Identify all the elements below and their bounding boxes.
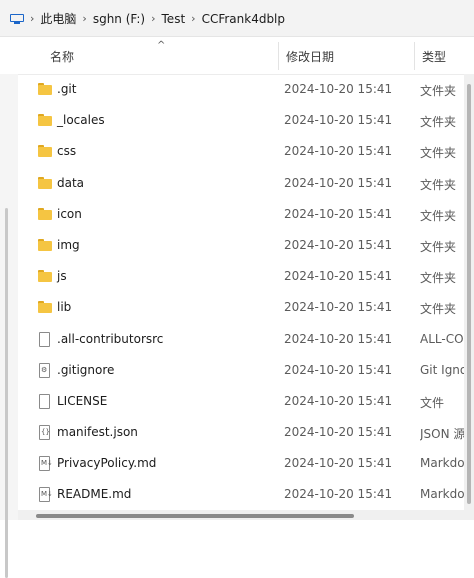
file-row[interactable]: M↓ README.md 2024-10-20 15:41 Markdo bbox=[18, 479, 465, 510]
breadcrumb-current-folder[interactable]: CCFrank4dblp bbox=[202, 12, 285, 26]
folder-icon bbox=[38, 269, 54, 285]
file-row[interactable]: js 2024-10-20 15:41 文件夹 bbox=[18, 261, 464, 292]
file-list: .git 2024-10-20 15:41 文件夹 _locales 2024-10-2… bbox=[18, 74, 467, 511]
file-modified-date: 2024-10-20 15:41 bbox=[284, 362, 393, 377]
breadcrumb-separator: › bbox=[191, 12, 196, 25]
address-bar[interactable]: › 此电脑 › sghn (F:) › Test › CCFrank4dblp bbox=[0, 0, 474, 37]
file-modified-date: 2024-10-20 15:41 bbox=[284, 331, 393, 346]
file-row[interactable]: _locales 2024-10-20 15:41 文件夹 bbox=[18, 105, 464, 136]
file-name: css bbox=[57, 144, 77, 159]
breadcrumb-test[interactable]: Test bbox=[162, 12, 186, 26]
file-row[interactable]: css 2024-10-20 15:41 文件夹 bbox=[18, 136, 464, 167]
column-date-header[interactable]: 修改日期 bbox=[286, 48, 334, 65]
sort-ascending-icon: ^ bbox=[157, 40, 166, 51]
file-icon bbox=[38, 393, 54, 410]
file-row[interactable]: data 2024-10-20 15:41 文件夹 bbox=[18, 168, 464, 199]
file-modified-date: 2024-10-20 15:41 bbox=[284, 113, 393, 128]
file-row[interactable]: M↓ PrivacyPolicy.md 2024-10-20 15:41 Markdo bbox=[18, 448, 465, 479]
file-row[interactable]: {} manifest.json 2024-10-20 15:41 JSON 源 bbox=[18, 417, 465, 448]
horizontal-scrollbar-thumb[interactable] bbox=[36, 514, 354, 518]
breadcrumb-drive[interactable]: sghn (F:) bbox=[93, 12, 145, 26]
file-modified-date: 2024-10-20 15:41 bbox=[284, 82, 393, 96]
folder-icon bbox=[38, 82, 54, 98]
file-name: lib bbox=[57, 300, 72, 315]
navigation-scrollbar-thumb[interactable] bbox=[5, 208, 8, 578]
file-modified-date: 2024-10-20 15:41 bbox=[284, 487, 393, 502]
markdown-file-icon: M↓ bbox=[38, 487, 54, 503]
file-name: manifest.json bbox=[57, 425, 138, 440]
markdown-file-icon: M↓ bbox=[38, 456, 54, 472]
this-pc-icon bbox=[10, 13, 24, 24]
file-modified-date: 2024-10-20 15:41 bbox=[284, 393, 393, 408]
file-row[interactable]: LICENSE 2024-10-20 15:41 文件 bbox=[18, 386, 464, 417]
column-divider[interactable] bbox=[414, 42, 415, 70]
breadcrumb-separator: › bbox=[30, 12, 35, 25]
file-row[interactable]: ⚙ .gitignore 2024-10-20 15:41 Git Igno bbox=[18, 355, 467, 386]
navigation-pane-edge bbox=[0, 74, 18, 578]
file-modified-date: 2024-10-20 15:41 bbox=[284, 456, 393, 471]
file-name: img bbox=[57, 237, 80, 252]
file-name: .git bbox=[57, 82, 77, 96]
breadcrumb-this-pc[interactable]: 此电脑 bbox=[40, 10, 76, 27]
file-name: data bbox=[57, 175, 85, 190]
folder-icon bbox=[38, 207, 54, 223]
breadcrumb-separator: › bbox=[151, 12, 156, 25]
gear-file-icon: ⚙ bbox=[38, 362, 54, 379]
file-modified-date: 2024-10-20 15:41 bbox=[284, 269, 393, 284]
file-row[interactable]: .git 2024-10-20 15:41 文件夹 bbox=[18, 74, 464, 105]
file-icon bbox=[38, 331, 54, 348]
file-modified-date: 2024-10-20 15:41 bbox=[284, 175, 393, 190]
file-row[interactable]: icon 2024-10-20 15:41 文件夹 bbox=[18, 199, 464, 230]
file-modified-date: 2024-10-20 15:41 bbox=[284, 425, 393, 440]
folder-icon bbox=[38, 238, 54, 254]
file-row[interactable]: .all-contributorsrc 2024-10-20 15:41 ALL-C… bbox=[18, 324, 464, 355]
vertical-scrollbar-thumb[interactable] bbox=[467, 84, 471, 504]
file-name: icon bbox=[57, 206, 82, 221]
breadcrumb-separator: › bbox=[82, 12, 87, 25]
file-name: PrivacyPolicy.md bbox=[57, 456, 157, 471]
file-row[interactable]: lib 2024-10-20 15:41 文件夹 bbox=[18, 292, 464, 323]
column-header: ^ 名称 修改日期 类型 bbox=[0, 38, 474, 75]
horizontal-scrollbar[interactable] bbox=[18, 510, 464, 520]
file-row[interactable]: img 2024-10-20 15:41 文件夹 bbox=[18, 230, 464, 261]
column-type-header[interactable]: 类型 bbox=[422, 48, 446, 65]
vertical-scrollbar[interactable] bbox=[464, 74, 474, 520]
folder-icon bbox=[38, 144, 54, 160]
file-name: _locales bbox=[57, 113, 105, 128]
folder-icon bbox=[38, 113, 54, 129]
breadcrumb: › 此电脑 › sghn (F:) › Test › CCFrank4dblp bbox=[10, 10, 285, 27]
folder-icon bbox=[38, 176, 54, 192]
file-modified-date: 2024-10-20 15:41 bbox=[284, 206, 393, 221]
file-modified-date: 2024-10-20 15:41 bbox=[284, 144, 393, 159]
file-modified-date: 2024-10-20 15:41 bbox=[284, 300, 393, 315]
column-divider[interactable] bbox=[278, 42, 279, 70]
file-name: .gitignore bbox=[57, 362, 115, 377]
file-name: LICENSE bbox=[57, 393, 108, 408]
file-name: js bbox=[57, 269, 67, 284]
folder-icon bbox=[38, 300, 54, 316]
file-name: README.md bbox=[57, 487, 132, 502]
column-name-header[interactable]: 名称 bbox=[50, 48, 74, 65]
file-name: .all-contributorsrc bbox=[57, 331, 164, 346]
file-modified-date: 2024-10-20 15:41 bbox=[284, 237, 393, 252]
json-file-icon: {} bbox=[38, 425, 54, 441]
